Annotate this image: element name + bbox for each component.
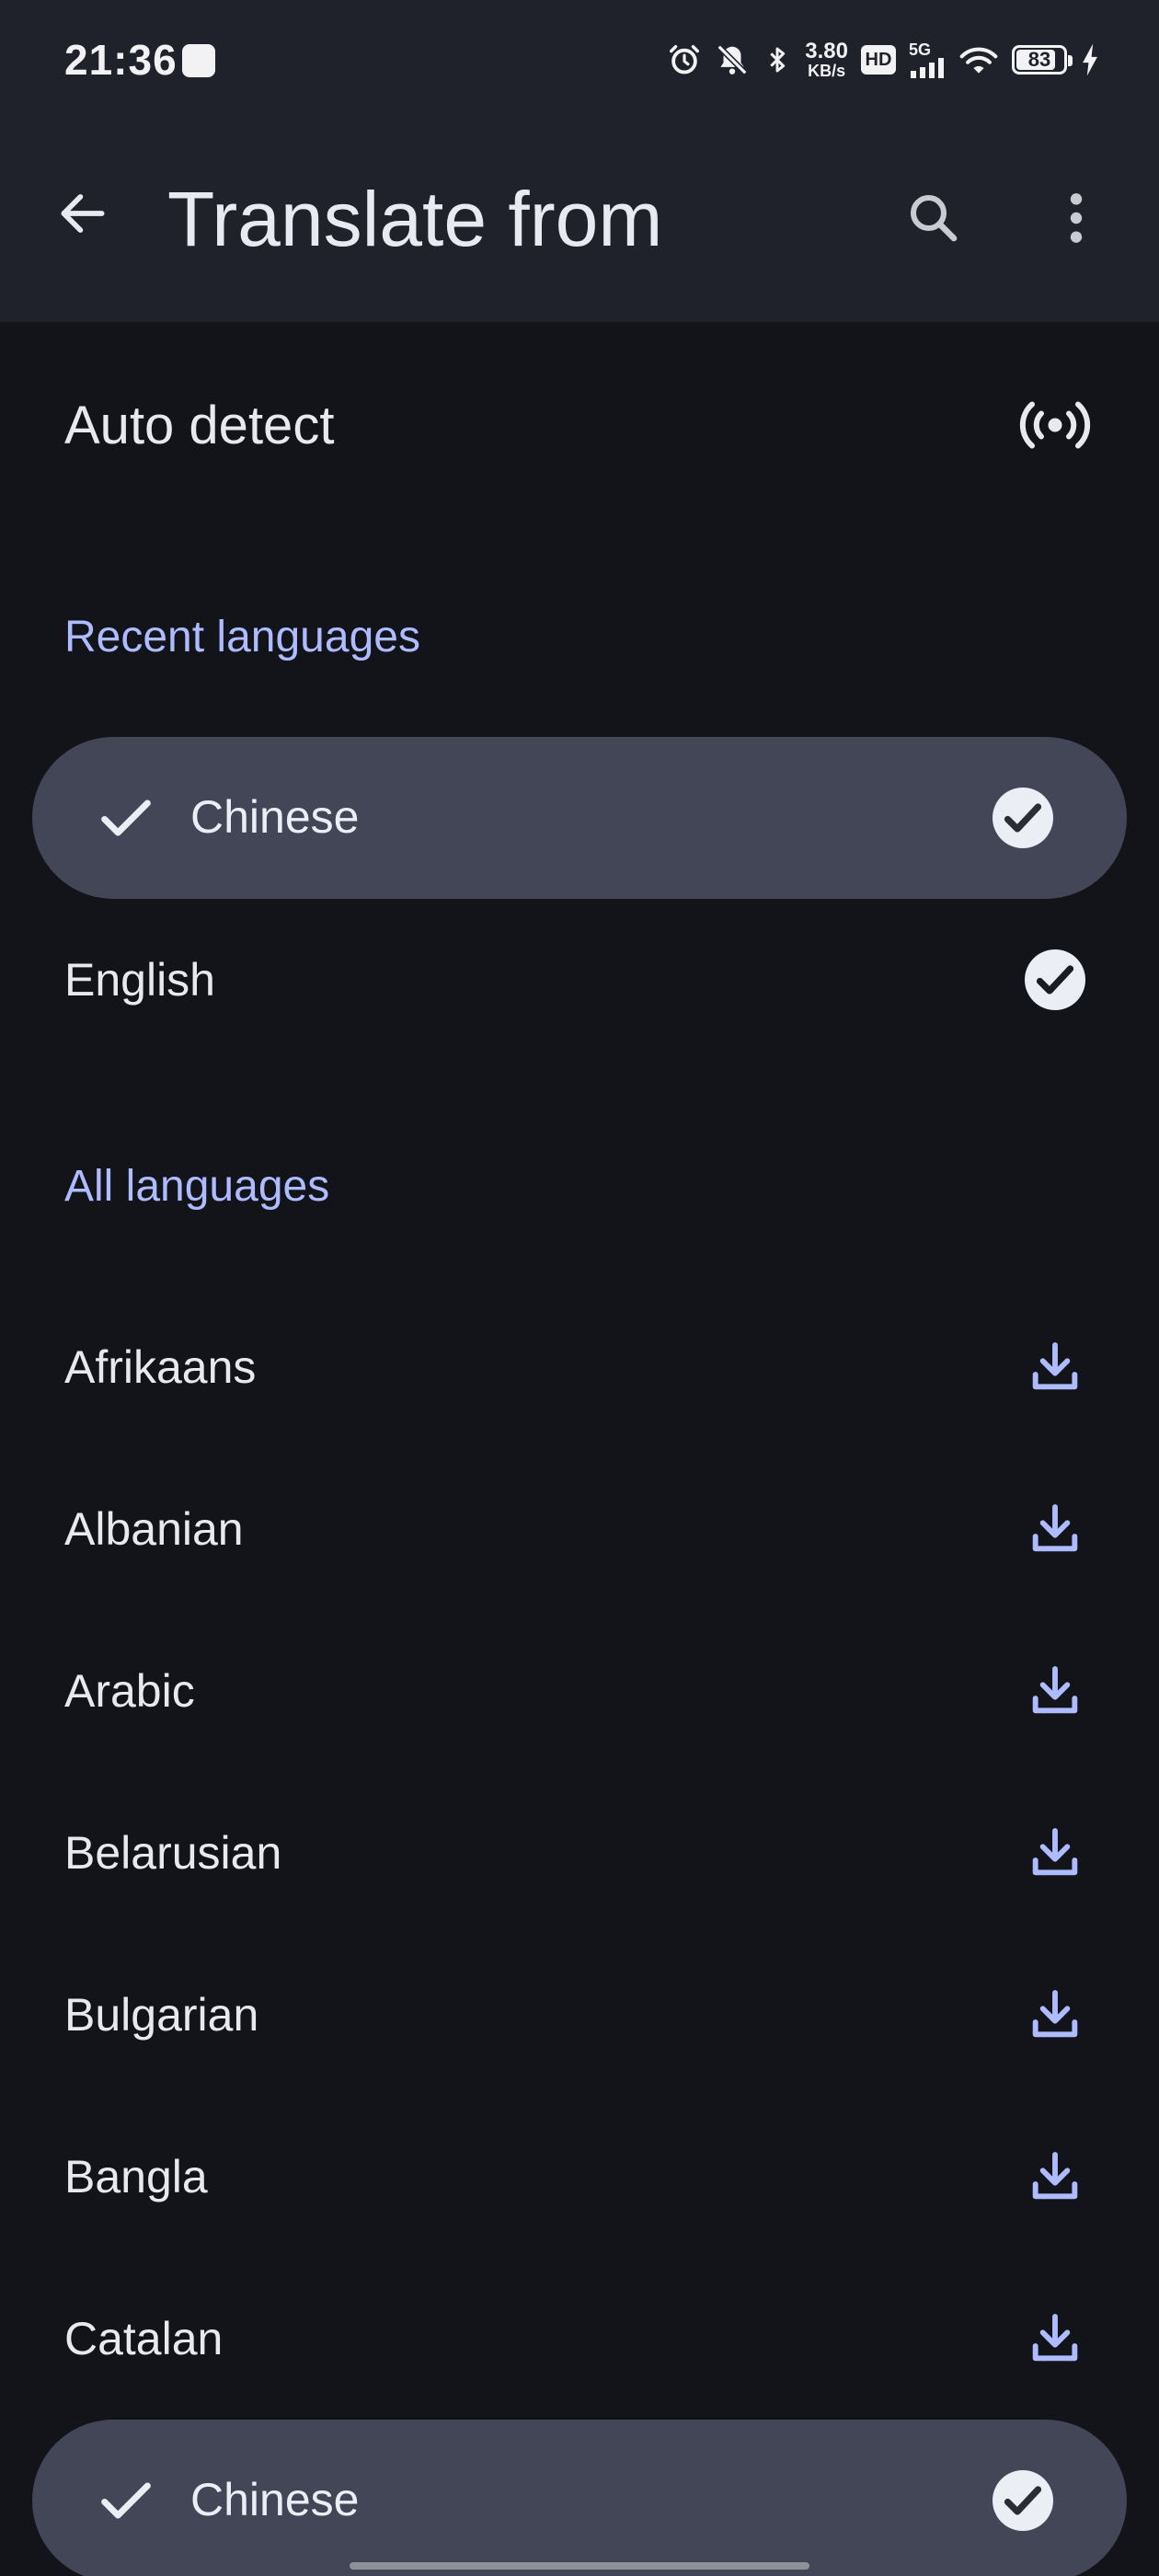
battery-icon: 83	[1012, 45, 1073, 75]
signal-icon	[911, 58, 944, 78]
network-speed: 3.80 KB/s	[805, 39, 848, 80]
recent-languages-header: Recent languages	[64, 613, 420, 661]
auto-detect-row[interactable]: Auto detect	[0, 344, 1159, 506]
language-item-belarusian[interactable]: Belarusian	[0, 1772, 1159, 1934]
notification-app-icon	[182, 44, 215, 77]
status-icons: 3.80 KB/s HD 5G 83	[667, 37, 1100, 83]
network-type: 5G	[909, 40, 932, 59]
language-label: Chinese	[190, 791, 360, 843]
recent-language-item-chinese[interactable]: Chinese	[32, 737, 1127, 899]
screen: 21:36 3.80 KB/s HD 5G 83 Translate from …	[0, 0, 1159, 2576]
all-languages-header: All languages	[64, 1162, 330, 1211]
check-icon	[87, 2462, 165, 2539]
recent-language-item-english[interactable]: English	[0, 899, 1159, 1061]
language-label: Arabic	[64, 1665, 195, 1717]
download-icon[interactable]	[1016, 2137, 1095, 2216]
language-label: Afrikaans	[64, 1341, 257, 1393]
language-item-afrikaans[interactable]: Afrikaans	[0, 1286, 1159, 1448]
more-options-button[interactable]	[1039, 177, 1113, 259]
bluetooth-icon	[770, 47, 786, 73]
app-bar: Translate from	[0, 120, 1159, 322]
language-item-arabic[interactable]: Arabic	[0, 1610, 1159, 1772]
downloaded-check-circle-icon	[1016, 940, 1095, 1019]
back-button[interactable]	[46, 177, 120, 250]
speed-unit: KB/s	[808, 62, 846, 80]
alarm-icon	[670, 45, 700, 75]
wifi-icon	[959, 47, 998, 74]
language-item-albanian[interactable]: Albanian	[0, 1448, 1159, 1610]
language-label: Bulgarian	[64, 1989, 259, 2041]
language-item-chinese[interactable]: Chinese	[32, 2420, 1127, 2576]
language-item-bangla[interactable]: Bangla	[0, 2096, 1159, 2258]
language-label: Chinese	[190, 2474, 360, 2525]
speed-value: 3.80	[805, 39, 848, 63]
home-indicator[interactable]	[350, 2562, 809, 2570]
more-vert-icon	[1070, 193, 1083, 243]
downloaded-check-circle-icon	[983, 2461, 1062, 2540]
battery-level: 83	[1027, 48, 1051, 71]
download-icon[interactable]	[1016, 1328, 1095, 1407]
language-label: Albanian	[64, 1503, 244, 1555]
hd-badge: HD	[861, 45, 896, 75]
language-label: Belarusian	[64, 1827, 282, 1879]
download-icon[interactable]	[1016, 1813, 1095, 1892]
charging-icon	[1083, 43, 1097, 76]
language-label: English	[64, 954, 215, 1006]
signal-indicator: 5G	[909, 41, 946, 78]
auto-detect-label: Auto detect	[64, 395, 335, 455]
language-item-bulgarian[interactable]: Bulgarian	[0, 1934, 1159, 2096]
status-time: 21:36	[64, 36, 178, 84]
search-button[interactable]	[892, 177, 975, 259]
language-label: Catalan	[64, 2313, 224, 2364]
check-icon	[87, 779, 165, 857]
search-icon	[910, 194, 958, 242]
download-icon[interactable]	[1016, 2299, 1095, 2378]
download-icon[interactable]	[1016, 1651, 1095, 1731]
download-icon[interactable]	[1016, 1975, 1095, 2054]
page-title: Translate from	[167, 176, 663, 262]
language-item-catalan[interactable]: Catalan	[0, 2258, 1159, 2420]
download-icon[interactable]	[1016, 1489, 1095, 1569]
status-bar: 21:36 3.80 KB/s HD 5G 83	[0, 0, 1159, 120]
auto-detect-icon	[1016, 385, 1095, 465]
language-label: Bangla	[64, 2151, 208, 2202]
arrow-back-icon	[61, 194, 105, 233]
downloaded-check-circle-icon	[983, 778, 1062, 857]
mute-bell-icon	[717, 44, 748, 75]
